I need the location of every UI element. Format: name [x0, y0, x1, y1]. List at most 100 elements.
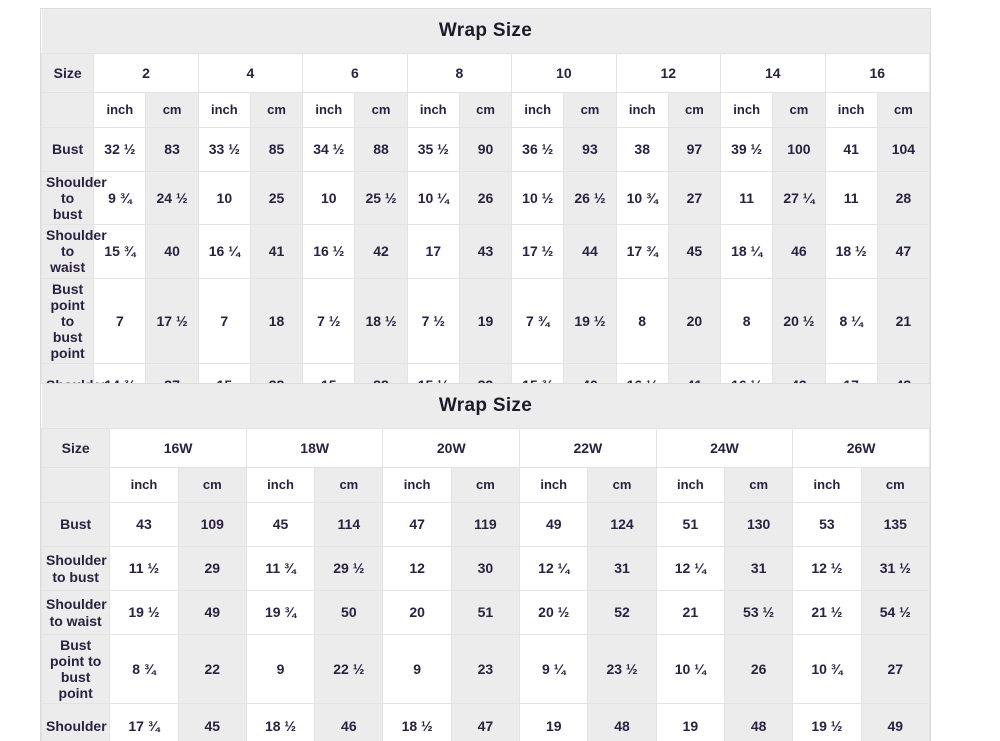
measurement-value-inch: 49	[520, 503, 588, 547]
measurement-value-cm: 31	[724, 547, 792, 591]
measurement-value-cm: 25 ½	[355, 172, 407, 225]
size-column-header: 14	[721, 54, 825, 93]
measurement-value-inch: 21 ½	[793, 591, 861, 635]
size-column-header: 4	[198, 54, 302, 93]
measurement-value-inch: 33 ½	[198, 128, 250, 172]
measurement-value-inch: 8 ¼	[825, 278, 877, 363]
measurement-label: Shoulder to waist	[42, 225, 94, 278]
unit-header-cm: cm	[146, 93, 198, 128]
measurement-value-cm: 27	[861, 635, 929, 704]
measurement-value-inch: 19	[656, 704, 724, 741]
table-row: Shoulder to bust9 ¾24 ½10251025 ½10 ¼261…	[42, 172, 930, 225]
measurement-label: Shoulder	[42, 704, 110, 741]
unit-row-corner	[42, 93, 94, 128]
measurement-value-cm: 21	[877, 278, 929, 363]
measurement-value-inch: 19 ¾	[246, 591, 314, 635]
unit-header-cm: cm	[459, 93, 511, 128]
measurement-value-cm: 29 ½	[315, 547, 383, 591]
unit-header-cm: cm	[773, 93, 825, 128]
size-label-header: Size	[42, 54, 94, 93]
size-column-header: 16W	[110, 429, 247, 468]
measurement-value-inch: 7 ½	[407, 278, 459, 363]
measurement-value-cm: 17 ½	[146, 278, 198, 363]
measurement-label: Bust point to bust point	[42, 278, 94, 363]
measurement-value-inch: 10 ½	[512, 172, 564, 225]
measurement-value-inch: 10 ¾	[793, 635, 861, 704]
measurement-value-cm: 124	[588, 503, 656, 547]
table-row: Shoulder to waist15 ¾4016 ¼4116 ½4217431…	[42, 225, 930, 278]
unit-header-row: inchcminchcminchcminchcminchcminchcm	[42, 468, 930, 503]
measurement-value-cm: 23 ½	[588, 635, 656, 704]
measurement-value-cm: 52	[588, 591, 656, 635]
measurement-value-inch: 17	[407, 225, 459, 278]
measurement-value-cm: 20	[668, 278, 720, 363]
measurement-value-cm: 41	[250, 225, 302, 278]
measurement-value-inch: 20 ½	[520, 591, 588, 635]
measurement-value-inch: 10 ¾	[616, 172, 668, 225]
unit-header-inch: inch	[656, 468, 724, 503]
measurement-value-cm: 85	[250, 128, 302, 172]
measurement-value-inch: 9	[383, 635, 451, 704]
measurement-value-cm: 53 ½	[724, 591, 792, 635]
size-column-header: 24W	[656, 429, 793, 468]
table-title: Wrap Size	[42, 9, 930, 54]
measurement-value-inch: 45	[246, 503, 314, 547]
measurement-value-cm: 100	[773, 128, 825, 172]
size-header-row: Size246810121416	[42, 54, 930, 93]
measurement-value-cm: 49	[861, 704, 929, 741]
measurement-value-inch: 11	[721, 172, 773, 225]
measurement-value-inch: 18 ½	[383, 704, 451, 741]
measurement-value-cm: 119	[451, 503, 519, 547]
size-chart-page: Wrap SizeSize246810121416inchcminchcminc…	[0, 0, 1000, 741]
measurement-value-inch: 20	[383, 591, 451, 635]
size-column-header: 16	[825, 54, 929, 93]
unit-header-cm: cm	[564, 93, 616, 128]
unit-header-cm: cm	[724, 468, 792, 503]
measurement-value-inch: 18 ½	[246, 704, 314, 741]
measurement-value-cm: 26	[724, 635, 792, 704]
size-column-header: 12	[616, 54, 720, 93]
measurement-value-cm: 88	[355, 128, 407, 172]
unit-header-inch: inch	[721, 93, 773, 128]
measurement-value-cm: 47	[451, 704, 519, 741]
unit-header-inch: inch	[616, 93, 668, 128]
measurement-value-inch: 12 ½	[793, 547, 861, 591]
table-title-row: Wrap Size	[42, 9, 930, 54]
unit-header-cm: cm	[877, 93, 929, 128]
size-chart-plus: Wrap SizeSize16W18W20W22W24W26Winchcminc…	[40, 383, 931, 741]
table-row: Bust32 ½8333 ½8534 ½8835 ½9036 ½93389739…	[42, 128, 930, 172]
measurement-value-cm: 20 ½	[773, 278, 825, 363]
measurement-value-cm: 24 ½	[146, 172, 198, 225]
size-column-header: 18W	[246, 429, 383, 468]
measurement-value-cm: 114	[315, 503, 383, 547]
measurement-value-cm: 93	[564, 128, 616, 172]
measurement-value-cm: 49	[178, 591, 246, 635]
unit-header-row: inchcminchcminchcminchcminchcminchcminch…	[42, 93, 930, 128]
measurement-value-inch: 11	[825, 172, 877, 225]
measurement-value-cm: 135	[861, 503, 929, 547]
measurement-value-inch: 7	[198, 278, 250, 363]
measurement-label: Bust point to bust point	[42, 635, 110, 704]
measurement-value-inch: 10 ¼	[656, 635, 724, 704]
table-row: Shoulder to waist19 ½4919 ¾50205120 ½522…	[42, 591, 930, 635]
table-row: Shoulder to bust11 ½2911 ¾29 ½123012 ¼31…	[42, 547, 930, 591]
unit-header-inch: inch	[246, 468, 314, 503]
unit-header-inch: inch	[793, 468, 861, 503]
measurement-value-inch: 47	[383, 503, 451, 547]
measurement-value-cm: 48	[724, 704, 792, 741]
measurement-value-inch: 10 ¼	[407, 172, 459, 225]
measurement-value-cm: 47	[877, 225, 929, 278]
measurement-value-inch: 10	[198, 172, 250, 225]
measurement-value-inch: 43	[110, 503, 178, 547]
measurement-value-cm: 19 ½	[564, 278, 616, 363]
measurement-value-cm: 46	[315, 704, 383, 741]
measurement-label: Shoulder to bust	[42, 172, 94, 225]
unit-header-inch: inch	[407, 93, 459, 128]
measurement-value-cm: 30	[451, 547, 519, 591]
unit-header-cm: cm	[178, 468, 246, 503]
measurement-value-inch: 18 ¼	[721, 225, 773, 278]
measurement-value-inch: 8	[721, 278, 773, 363]
measurement-value-inch: 9 ¼	[520, 635, 588, 704]
unit-header-cm: cm	[668, 93, 720, 128]
unit-header-cm: cm	[355, 93, 407, 128]
